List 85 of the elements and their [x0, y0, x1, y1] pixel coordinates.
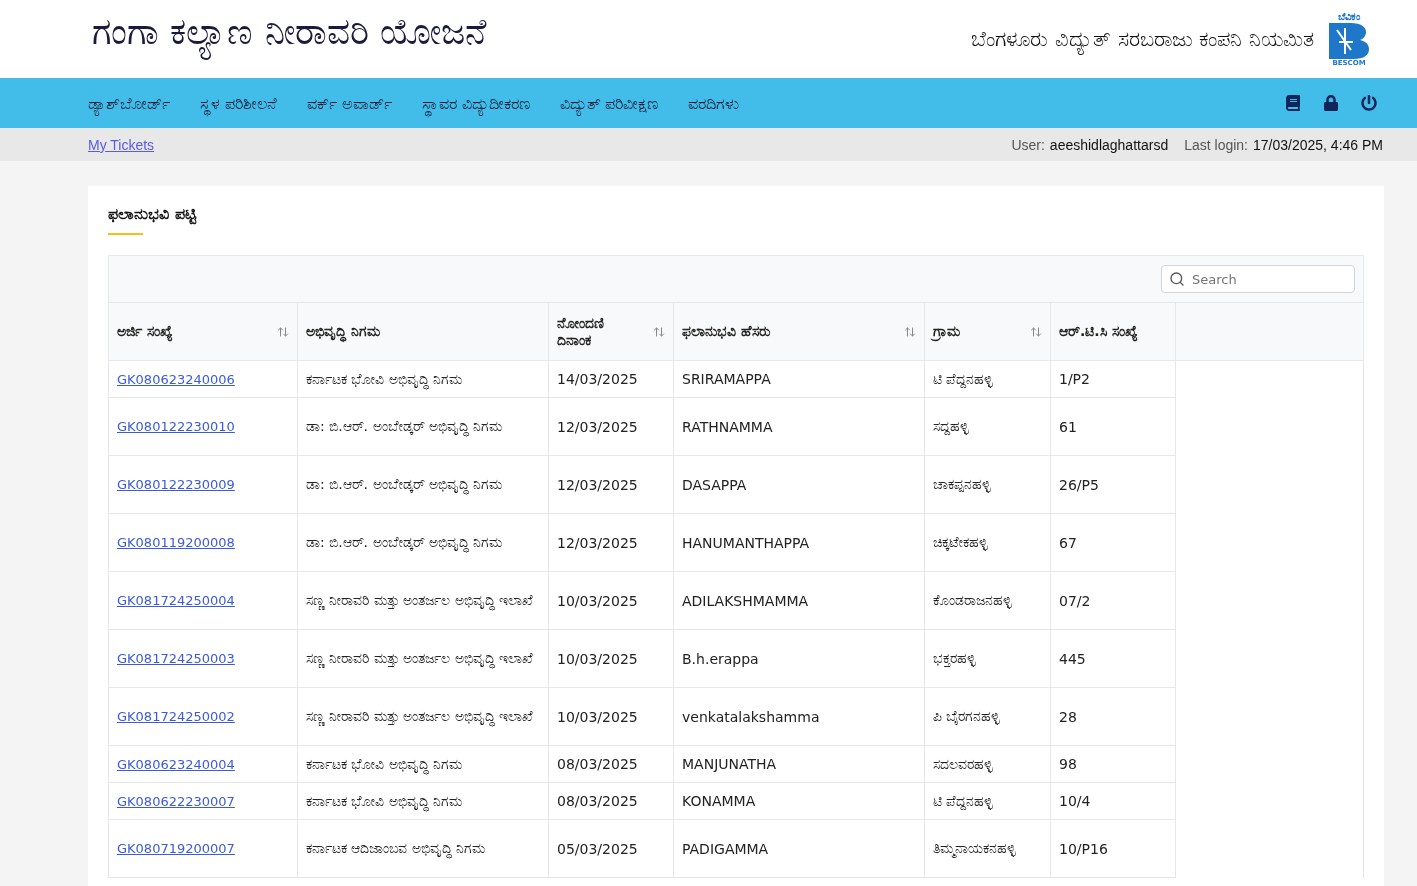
table-cell: 28 — [1051, 688, 1176, 746]
table-cell: 12/03/2025 — [549, 456, 674, 514]
table-cell: ತಿಮ್ಮನಾಯಕನಹಳ್ಳಿ — [925, 820, 1051, 878]
table-cell: 08/03/2025 — [549, 746, 674, 783]
last-login-label: Last login: — [1184, 136, 1248, 153]
table-cell: ಕರ್ನಾಟಕ ಭೋವಿ ಅಭಿವೃದ್ಧಿ ನಿಗಮ — [298, 746, 549, 783]
table-cell: 10/4 — [1051, 783, 1176, 820]
table-cell: ಟಿ ಪೆದ್ದನಹಳ್ಳಿ — [925, 783, 1051, 820]
application-link[interactable]: GK080122230010 — [117, 419, 235, 434]
table-cell: 10/P16 — [1051, 820, 1176, 878]
card-title: ಫಲಾನುಭವಿ ಪಟ್ಟಿ — [108, 204, 196, 227]
application-link[interactable]: GK081724250002 — [117, 709, 235, 724]
logo-text: ಬೆವಿಕಂ — [1338, 10, 1360, 22]
lock-icon[interactable] — [1323, 95, 1339, 111]
column-header: ಆರ್.ಟಿ.ಸಿ ಸಂಖ್ಯೆ — [1051, 303, 1176, 360]
table-cell: ಕರ್ನಾಟಕ ಭೋವಿ ಅಭಿವೃದ್ಧಿ ನಿಗಮ — [298, 361, 549, 398]
table-cell: 12/03/2025 — [549, 398, 674, 456]
table-cell: 98 — [1051, 746, 1176, 783]
application-link[interactable]: GK080122230009 — [117, 477, 235, 492]
table-cell: ಡಾ: ಬಿ.ಆರ್. ಅಂಬೇಡ್ಕರ್ ಅಭಿವೃದ್ಧಿ ನಿಗಮ — [298, 398, 549, 456]
application-link[interactable]: GK080622230007 — [117, 793, 235, 809]
table-cell: HANUMANTHAPPA — [674, 514, 925, 572]
book-icon[interactable] — [1285, 95, 1301, 111]
table-cell: ಕೊಂಡರಾಜನಹಳ್ಳಿ — [925, 572, 1051, 630]
table-cell: 445 — [1051, 630, 1176, 688]
app-title: ಗಂಗಾ ಕಲ್ಯಾಣ ನೀರಾವರಿ ಯೋಜನೆ — [88, 3, 491, 61]
table-cell: venkatalakshamma — [674, 688, 925, 746]
table-cell: ಪಿ ಬೈರಗನಹಳ್ಳಿ — [925, 688, 1051, 746]
column-header: ಅಭಿವೃದ್ಧಿ ನಿಗಮ — [298, 303, 549, 360]
table-cell: ಸಣ್ಣ ನೀರಾವರಿ ಮತ್ತು ಅಂತರ್ಜಲ ಅಭಿವೃದ್ಧಿ ಇಲಾಖೆ — [298, 688, 549, 746]
power-icon[interactable] — [1361, 95, 1377, 111]
table-cell: ಭಕ್ತರಹಳ್ಳಿ — [925, 630, 1051, 688]
table-cell: ಸದ್ದಹಳ್ಳಿ — [925, 398, 1051, 456]
table-cell: PADIGAMMA — [674, 820, 925, 878]
table-cell: ADILAKSHMAMMA — [674, 572, 925, 630]
application-link[interactable]: GK080623240006 — [117, 371, 235, 387]
table-cell: 08/03/2025 — [549, 783, 674, 820]
application-link[interactable]: GK080719200007 — [117, 841, 235, 856]
table-cell: DASAPPA — [674, 456, 925, 514]
user-label: User: — [1011, 136, 1045, 153]
column-header[interactable]: ಗ್ರಾಮ — [925, 303, 1051, 360]
sort-icon[interactable] — [1030, 325, 1042, 338]
table-cell: 07/2 — [1051, 572, 1176, 630]
table-cell: 26/P5 — [1051, 456, 1176, 514]
table-cell: 05/03/2025 — [549, 820, 674, 878]
my-tickets-link[interactable]: My Tickets — [88, 136, 155, 153]
table-cell: 14/03/2025 — [549, 361, 674, 398]
table-cell: KONAMMA — [674, 783, 925, 820]
nav-item[interactable]: ವರದಿಗಳು — [688, 93, 740, 113]
table-cell: ಸದಲವರಹಳ್ಳಿ — [925, 746, 1051, 783]
table-cell: 10/03/2025 — [549, 572, 674, 630]
table-cell: MANJUNATHA — [674, 746, 925, 783]
search-field[interactable]: Search — [1161, 265, 1355, 293]
sort-icon[interactable] — [653, 325, 665, 338]
table-cell: 10/03/2025 — [549, 630, 674, 688]
search-icon — [1169, 271, 1185, 287]
column-header[interactable]: ಫಲಾನುಭವಿ ಹೆಸರು — [674, 303, 925, 360]
table-cell: ಸಣ್ಣ ನೀರಾವರಿ ಮತ್ತು ಅಂತರ್ಜಲ ಅಭಿವೃದ್ಧಿ ಇಲಾಖೆ — [298, 572, 549, 630]
sort-icon[interactable] — [904, 325, 916, 338]
table-cell: RATHNAMMA — [674, 398, 925, 456]
table-cell: 61 — [1051, 398, 1176, 456]
sort-icon[interactable] — [277, 325, 289, 338]
table-cell: ಟಿ ಪೆದ್ದನಹಳ್ಳಿ — [925, 361, 1051, 398]
table-cell: B.h.erappa — [674, 630, 925, 688]
last-login-time: 17/03/2025, 4:46 PM — [1253, 136, 1383, 153]
table-cell: ಸಣ್ಣ ನೀರಾವರಿ ಮತ್ತು ಅಂತರ್ಜಲ ಅಭಿವೃದ್ಧಿ ಇಲಾಖೆ — [298, 630, 549, 688]
table-cell: ಚಾಕಪ್ಪನಹಳ್ಳಿ — [925, 456, 1051, 514]
user-name: aeeshidlaghattarsd — [1049, 136, 1169, 153]
application-link[interactable]: GK081724250004 — [117, 593, 235, 608]
column-header[interactable]: ಅರ್ಜಿ ಸಂಖ್ಯೆ — [109, 303, 298, 360]
table-cell: 1/P2 — [1051, 361, 1176, 398]
application-link[interactable]: GK081724250003 — [117, 651, 235, 666]
table-cell: SRIRAMAPPA — [674, 361, 925, 398]
table-cell: ಕರ್ನಾಟಕ ಭೋವಿ ಅಭಿವೃದ್ಧಿ ನಿಗಮ — [298, 783, 549, 820]
table-cell: ಡಾ: ಬಿ.ಆರ್. ಅಂಬೇಡ್ಕರ್ ಅಭಿವೃದ್ಧಿ ನಿಗಮ — [298, 514, 549, 572]
table-cell: 12/03/2025 — [549, 514, 674, 572]
column-header[interactable]: ನೋಂದಣಿ ದಿನಾಂಕ — [549, 303, 674, 360]
table-cell: ಕರ್ನಾಟಕ ಆದಿಜಾಂಬವ ಅಭಿವೃದ್ಧಿ ನಿಗಮ — [298, 820, 549, 878]
table-cell: 10/03/2025 — [549, 688, 674, 746]
nav-item[interactable]: ವರ್ಕ್ ಅವಾರ್ಡ್ — [307, 93, 393, 113]
table-cell: ಡಾ: ಬಿ.ಆರ್. ಅಂಬೇಡ್ಕರ್ ಅಭಿವೃದ್ಧಿ ನಿಗಮ — [298, 456, 549, 514]
table-cell: 67 — [1051, 514, 1176, 572]
table-cell: ಚಿಕ್ಕಟೇಕಹಳ್ಳಿ — [925, 514, 1051, 572]
application-link[interactable]: GK080119200008 — [117, 535, 235, 550]
application-link[interactable]: GK080623240004 — [117, 756, 235, 772]
